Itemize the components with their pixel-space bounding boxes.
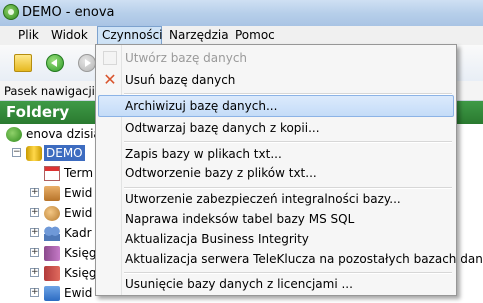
tree-item-label: DEMO [44,145,85,161]
menu-item-label: Naprawa indeksów tabel bazy MS SQL [125,212,355,226]
menu-widok[interactable]: Widok [47,26,92,45]
forward-arrow-icon[interactable] [78,54,96,72]
collapse-icon[interactable]: − [12,148,21,157]
back-arrow-icon[interactable] [46,54,64,72]
menu-item-restore-from-backup[interactable]: Odtwarzaj bazę danych z kopii... [98,117,454,139]
folders-title: Foldery [6,103,70,121]
expand-icon[interactable]: + [30,208,39,217]
folder-icon[interactable] [14,54,32,72]
tree-item-label: Księg [64,266,97,280]
menu-item-label: Odtwarzaj bazę danych z kopii... [125,121,320,135]
title-bar: DEMO - enova [0,0,483,26]
tree-item-label: Księg [64,246,97,260]
menu-item-restore-txt[interactable]: Odtworzenie bazy z plików txt... [98,162,454,184]
menu-item-update-telekey-server[interactable]: Aktualizacja serwera TeleKlucza na pozos… [98,248,483,270]
expand-icon[interactable]: + [30,228,39,237]
expand-icon[interactable]: + [30,268,39,277]
globe-icon [6,127,22,142]
menu-item-archive-database[interactable]: Archiwizuj bazę danych... [98,95,454,117]
menu-item-integrity-protection[interactable]: Utworzenie zabezpieczeń integralności ba… [98,188,454,210]
calendar-icon [44,166,60,181]
tree-item-label: Term [64,166,94,180]
menu-item-label: Archiwizuj bazę danych... [125,99,278,113]
menu-narzedzia[interactable]: Narzędzia [165,26,233,45]
menu-item-label: Utwórz bazę danych [125,51,248,65]
box-icon [44,186,60,201]
delete-x-icon: ✕ [103,70,117,89]
menu-czynnosci[interactable]: Czynności [97,26,163,45]
tree-item-label: Ewid [64,206,93,220]
menu-plik[interactable]: Plik [14,26,43,45]
book-icon [44,266,60,281]
coin-icon [44,206,60,221]
database-icon [26,146,42,161]
menu-item-label: Odtworzenie bazy z plików txt... [125,166,317,180]
cards-icon [44,286,60,301]
new-database-icon [103,51,117,65]
menu-item-repair-indexes[interactable]: Naprawa indeksów tabel bazy MS SQL [98,208,454,230]
menu-item-label: Aktualizacja serwera TeleKlucza na pozos… [125,252,483,266]
window-title: DEMO - enova [22,5,115,20]
tree-item-label: Ewid [64,186,93,200]
menu-bar: Plik Widok Czynności Narzędzia Pomoc [0,26,483,45]
expand-icon[interactable]: + [30,188,39,197]
menu-item-label: Utworzenie zabezpieczeń integralności ba… [125,192,401,206]
menu-item-create-database[interactable]: Utwórz bazę danych [98,47,454,69]
people-icon [44,226,60,241]
navigation-pane-label: Pasek nawigacji [4,84,95,98]
menu-item-delete-database[interactable]: ✕ Usuń bazę danych [98,69,454,91]
tree-root-label: enova dzisia [26,127,101,141]
czynnosci-dropdown-menu: Utwórz bazę danych ✕ Usuń bazę danych Ar… [95,44,483,296]
expand-icon[interactable]: + [30,248,39,257]
menu-item-label: Usuń bazę danych [125,73,236,87]
book-icon [44,246,60,261]
menu-item-label: Aktualizacja Business Integrity [125,232,309,246]
menu-item-delete-database-licenses[interactable]: Usunięcie bazy danych z licencjami ... [98,273,454,295]
tree-item-label: Ewid [64,286,93,300]
menu-pomoc[interactable]: Pomoc [231,26,279,45]
menu-item-update-business-integrity[interactable]: Aktualizacja Business Integrity [98,228,454,250]
menu-item-label: Usunięcie bazy danych z licencjami ... [125,277,353,291]
tree-item-label: Kadr [64,226,92,240]
enova-app-icon [3,4,19,20]
